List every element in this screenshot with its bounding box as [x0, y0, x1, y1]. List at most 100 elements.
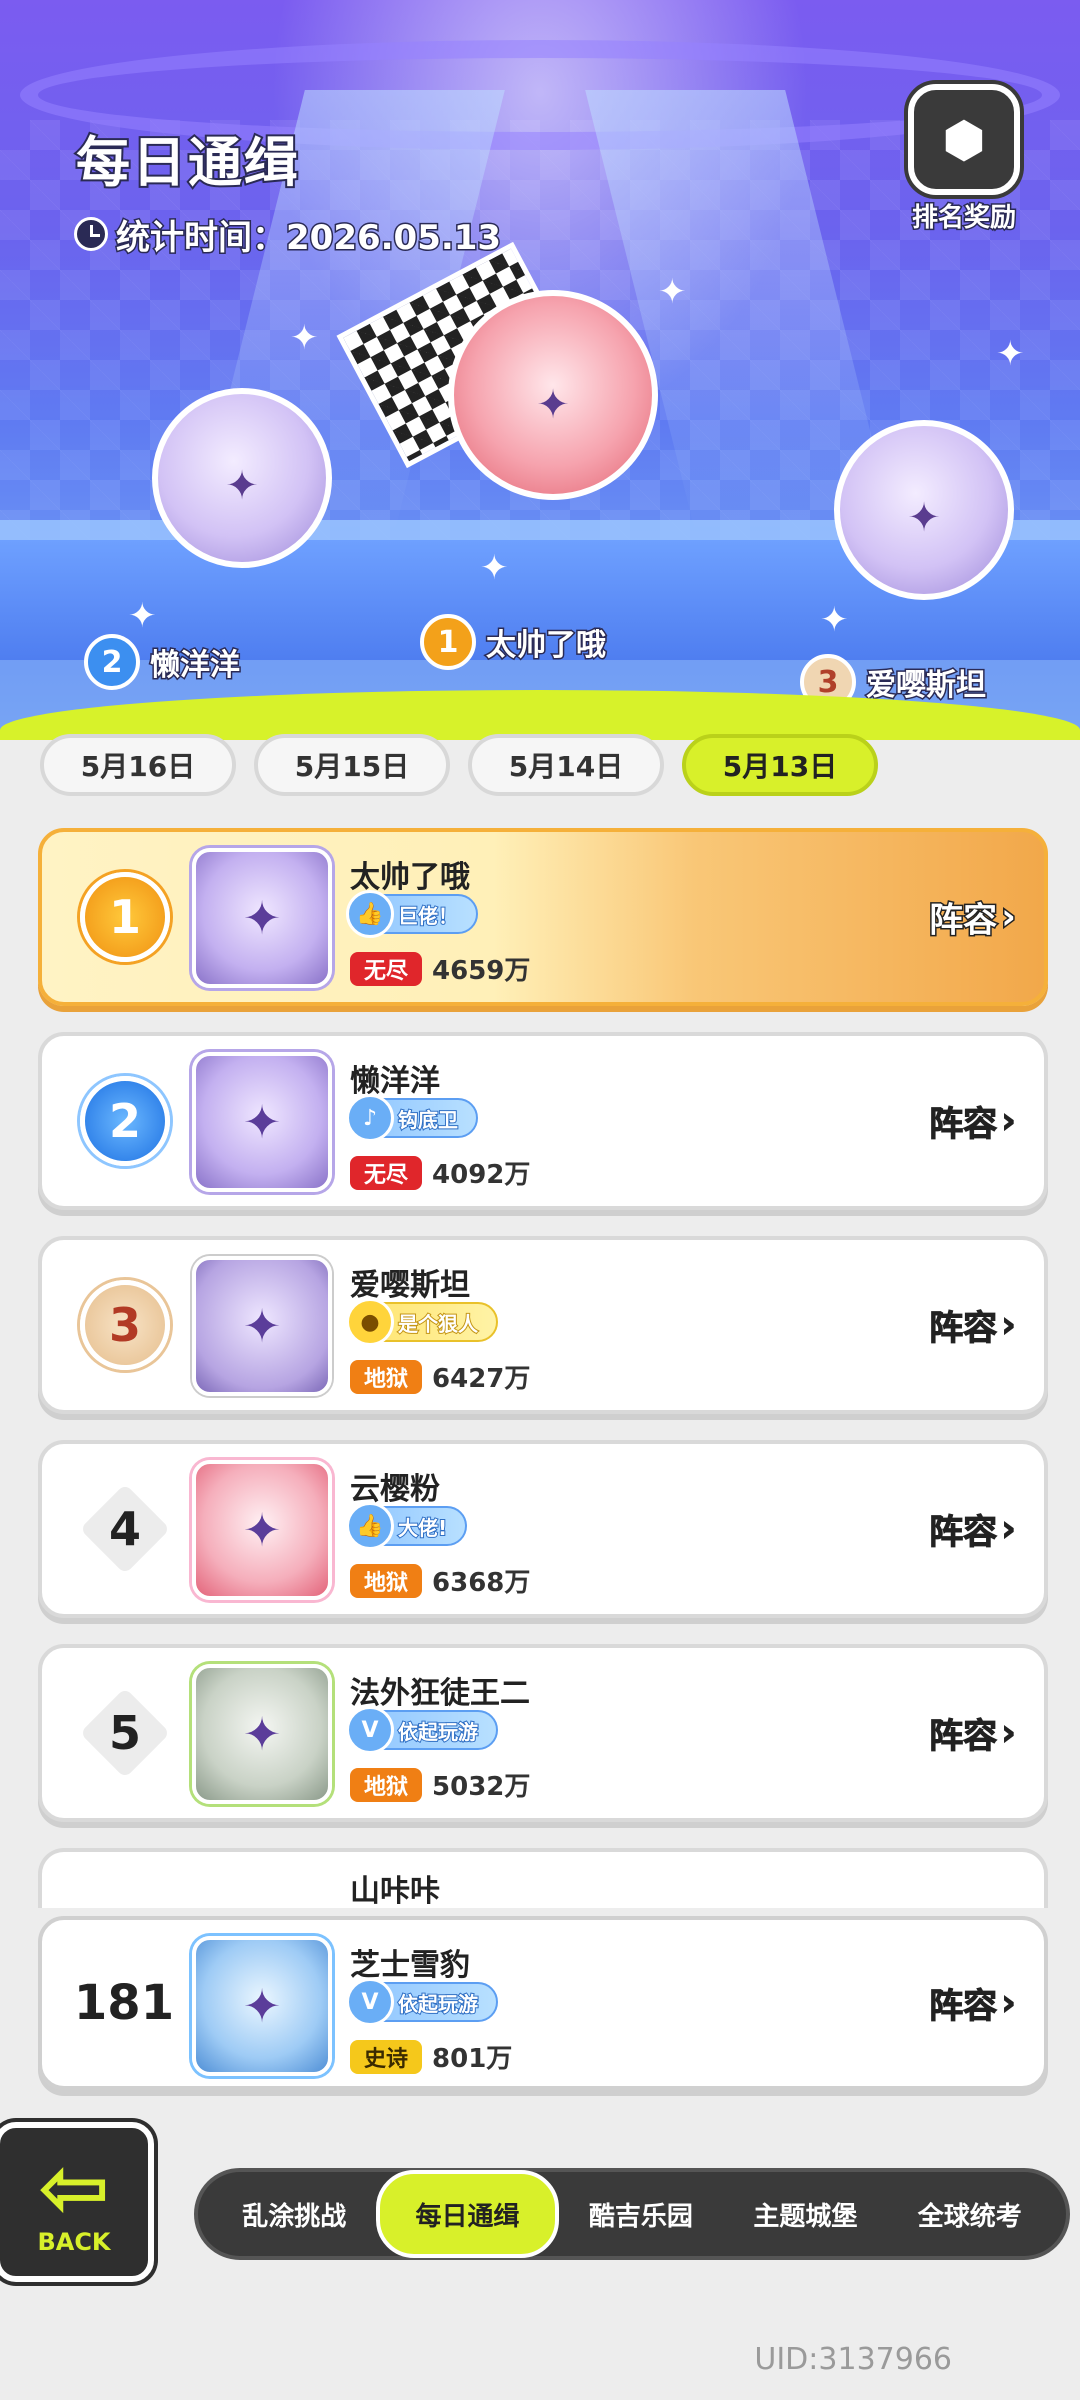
difficulty-badge: 无尽: [350, 1155, 423, 1190]
rank-badge-2: 2: [84, 634, 140, 690]
player-name: 懒洋洋: [350, 1064, 440, 1099]
title-tag-label: 是个狠人: [397, 1311, 479, 1337]
score-value: 5032万: [432, 1772, 531, 1802]
title-tag-label: 大佬!: [397, 1515, 448, 1541]
character-icon: ✦: [907, 495, 941, 542]
v-badge-icon: V: [346, 1706, 394, 1754]
sparkle-icon: ✦: [480, 548, 509, 588]
lineup-label: 阵容: [928, 899, 999, 942]
difficulty-badge: 无尽: [350, 951, 423, 986]
character-icon: ✦: [242, 1707, 282, 1761]
title-tag-label: 依起玩游: [397, 1719, 479, 1745]
podium-avatar-2[interactable]: ✦: [152, 388, 332, 568]
lineup-button[interactable]: 阵容 ›: [928, 893, 1018, 942]
score-value: 6427万: [432, 1364, 531, 1394]
score-value: 4092万: [432, 1160, 531, 1190]
lineup-button[interactable]: 阵容 ›: [929, 1505, 1017, 1554]
character-icon: ✦: [536, 381, 570, 428]
v-badge-icon: V: [346, 1978, 394, 2026]
score-row: 地狱 5032万: [350, 1766, 530, 1803]
score-value: 801万: [432, 2044, 513, 2074]
date-tab-0513[interactable]: 5月13日: [682, 734, 878, 796]
character-icon: ✦: [242, 1503, 282, 1557]
podium-avatar-3[interactable]: ✦: [834, 420, 1014, 600]
title-tag-label: 巨佬！: [397, 903, 459, 929]
nav-global-exam[interactable]: 全球统考: [888, 2176, 1052, 2252]
rank-badge: 4: [80, 1484, 170, 1574]
back-button[interactable]: ⇦ BACK: [0, 2122, 154, 2282]
date-tab-0515[interactable]: 5月15日: [254, 734, 450, 796]
my-ranking-row[interactable]: 181 ✦ 芝士雪豹 V 依起玩游 史诗 801万 阵容 ›: [38, 1916, 1048, 2090]
user-id: UID:3137966: [754, 2342, 952, 2377]
ranking-row-5[interactable]: 5 ✦ 法外狂徒王二 V 依起玩游 地狱 5032万 阵容 ›: [38, 1644, 1048, 1822]
ranking-row-2[interactable]: 2 ✦ 懒洋洋 ♪ 钩底卫 无尽 4092万 阵容 ›: [38, 1032, 1048, 1210]
lineup-label: 阵容: [929, 1986, 998, 2027]
ranking-row-4[interactable]: 4 ✦ 云樱粉 👍 大佬! 地狱 6368万 阵容 ›: [38, 1440, 1048, 1618]
lineup-button[interactable]: 阵容 ›: [929, 1097, 1017, 1146]
rank-badge: 5: [80, 1688, 170, 1778]
chevron-right-icon: ›: [1000, 895, 1018, 939]
chevron-right-icon: ›: [1001, 1304, 1017, 1346]
sparkle-icon: ✦: [290, 318, 319, 358]
nav-theme-castle[interactable]: 主题城堡: [723, 2176, 887, 2252]
thumbs-up-icon: 👍: [346, 890, 394, 938]
date-tabs: 5月16日 5月15日 5月14日 5月13日: [40, 734, 1040, 800]
character-icon: ✦: [225, 463, 259, 510]
score-row: 史诗 801万: [350, 2038, 512, 2075]
rank-badge-1: 1: [420, 614, 476, 670]
chevron-right-icon: ›: [1001, 1982, 1017, 2024]
back-label: BACK: [37, 2228, 111, 2256]
difficulty-badge: 地狱: [350, 1563, 423, 1598]
rank-badge: 2: [80, 1076, 170, 1166]
chevron-right-icon: ›: [1001, 1508, 1017, 1550]
chick-icon: ●: [346, 1298, 394, 1346]
player-name: 云樱粉: [350, 1472, 440, 1507]
lineup-label: 阵容: [929, 1512, 998, 1553]
chevron-right-icon: ›: [1001, 1100, 1017, 1142]
player-avatar[interactable]: ✦: [192, 1460, 332, 1600]
podium-avatar-1[interactable]: ✦: [448, 290, 658, 500]
podium-name-1: 1 太帅了哦: [420, 614, 608, 670]
bottom-nav: 乱涂挑战 每日通缉 酷吉乐园 主题城堡 全球统考: [194, 2168, 1070, 2260]
nav-kuji-park[interactable]: 酷吉乐园: [559, 2176, 723, 2252]
lineup-button[interactable]: 阵容 ›: [929, 1301, 1017, 1350]
ranking-row-6-partial[interactable]: 山咔咔: [38, 1848, 1048, 1908]
player-avatar[interactable]: ✦: [192, 1936, 332, 2076]
character-icon: ✦: [242, 891, 282, 945]
player-name: 法外狂徒王二: [350, 1676, 530, 1711]
stat-time-label: 统计时间：2026.05.13: [114, 216, 502, 259]
player-title-tag: 👍 巨佬！: [346, 890, 478, 938]
sparkle-icon: ✦: [996, 334, 1025, 374]
chevron-right-icon: ›: [1001, 1712, 1017, 1754]
sparkle-icon: ✦: [128, 596, 157, 636]
difficulty-badge: 地狱: [350, 1767, 423, 1802]
badge-icon: ♪: [346, 1094, 394, 1142]
player-avatar[interactable]: ✦: [192, 1052, 332, 1192]
lineup-button[interactable]: 阵容 ›: [929, 1709, 1017, 1758]
ranking-row-1[interactable]: 1 ✦ 太帅了哦 👍 巨佬！ 无尽 4659万 阵容 ›: [38, 828, 1048, 1006]
podium-player-name: 懒洋洋: [149, 647, 242, 685]
podium-player-name: 爱嘤斯坦: [865, 667, 988, 705]
score-value: 6368万: [432, 1568, 531, 1598]
rank-reward-button[interactable]: ⬢ 排名奖励: [896, 84, 1032, 235]
player-avatar[interactable]: ✦: [192, 848, 332, 988]
date-tab-0514[interactable]: 5月14日: [468, 734, 664, 796]
character-icon: ✦: [242, 1299, 282, 1353]
player-avatar[interactable]: ✦: [192, 1664, 332, 1804]
player-name: 山咔咔: [350, 1874, 440, 1908]
thumbs-up-icon: 👍: [346, 1502, 394, 1550]
rank-number: 5: [108, 1706, 141, 1760]
clock-icon: [74, 217, 108, 251]
ranking-row-3[interactable]: 3 ✦ 爱嘤斯坦 ● 是个狠人 地狱 6427万 阵容 ›: [38, 1236, 1048, 1414]
date-tab-0516[interactable]: 5月16日: [40, 734, 236, 796]
lineup-label: 阵容: [929, 1104, 998, 1145]
rank-badge: 1: [80, 872, 170, 962]
gift-box-icon: ⬢: [908, 84, 1020, 195]
stat-time: 统计时间：2026.05.13: [74, 210, 503, 259]
nav-daily-wanted[interactable]: 每日通缉: [376, 2170, 559, 2258]
rank-badge: 3: [80, 1280, 170, 1370]
lineup-button[interactable]: 阵容 ›: [929, 1979, 1017, 2028]
nav-doodle-challenge[interactable]: 乱涂挑战: [212, 2176, 376, 2252]
lineup-label: 阵容: [929, 1308, 998, 1349]
player-avatar[interactable]: ✦: [192, 1256, 332, 1396]
